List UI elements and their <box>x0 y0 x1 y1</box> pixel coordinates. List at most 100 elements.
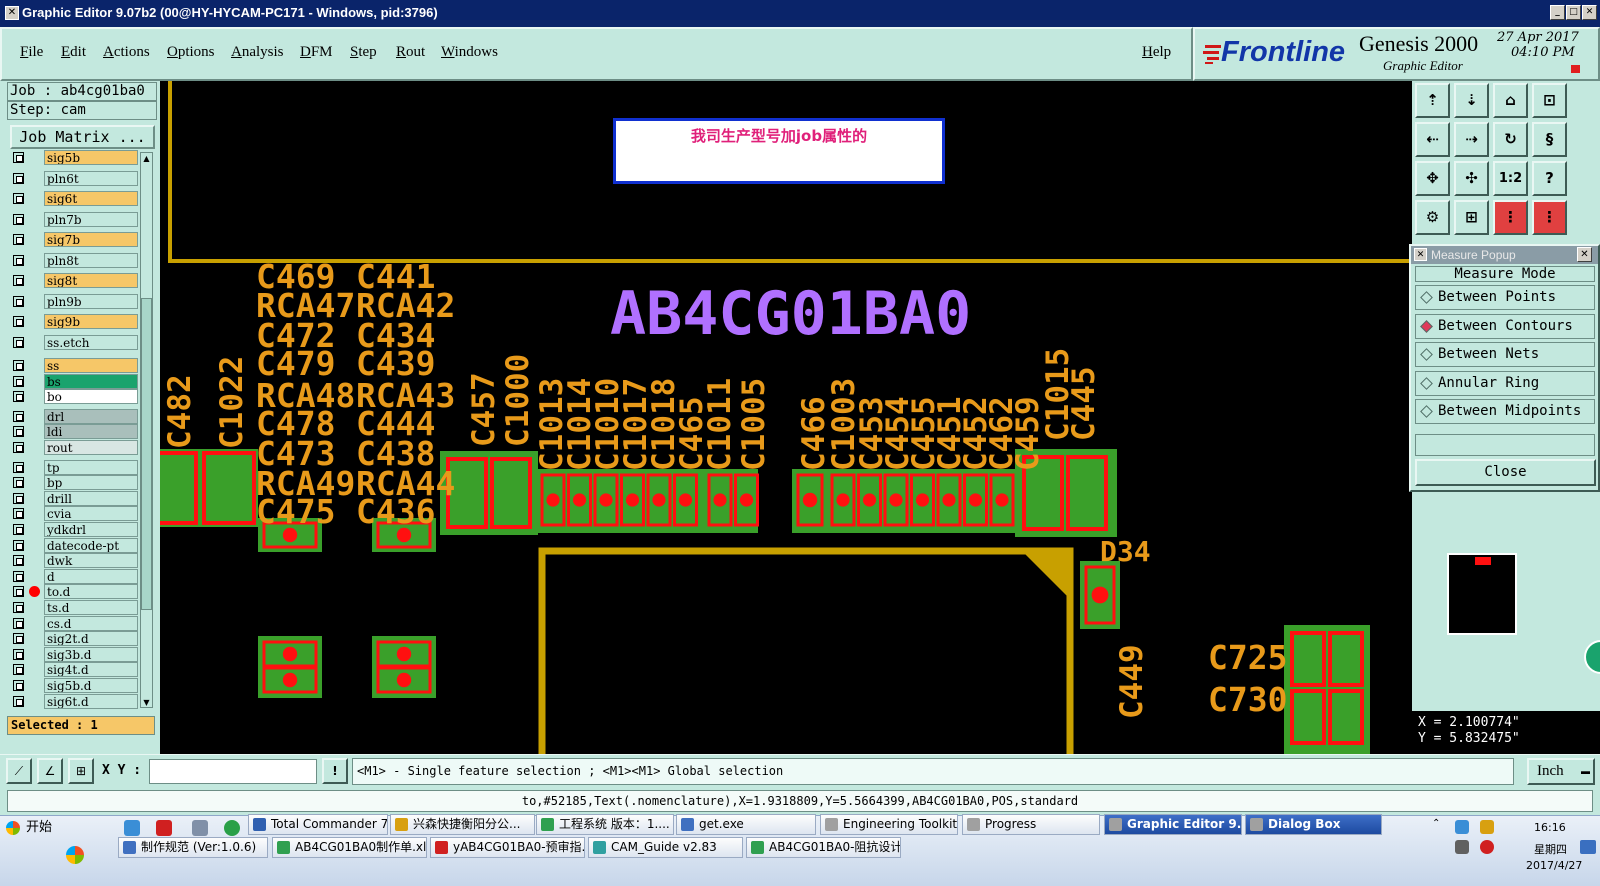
layer-name[interactable]: pln7b <box>44 211 138 227</box>
layer-name[interactable]: drill <box>44 490 138 506</box>
layer-checkbox[interactable] <box>13 633 24 645</box>
layer-name[interactable]: drl <box>44 408 138 424</box>
layer-row[interactable]: ts.d <box>10 600 138 615</box>
layer-checkbox[interactable] <box>13 648 24 660</box>
job-matrix-button[interactable]: Job Matrix ... <box>10 125 155 149</box>
layer-name[interactable]: bs <box>44 373 138 389</box>
measure-option[interactable]: Between Contours <box>1415 313 1595 339</box>
layer-row[interactable]: sig5b <box>10 150 138 165</box>
pan-right-icon[interactable]: ⇢ <box>1454 122 1489 157</box>
clock-day[interactable]: 星期四 <box>1534 841 1567 857</box>
layer-row[interactable]: pln8t <box>10 252 138 268</box>
taskbar-window-button[interactable]: Engineering Toolkit 9.... <box>820 814 958 835</box>
layer-row[interactable]: cvia <box>10 506 138 522</box>
layer-name[interactable]: ts.d <box>44 600 138 615</box>
menu-analysis[interactable]: Analysis <box>231 44 284 61</box>
quicklaunch-pdf-icon[interactable] <box>156 820 172 836</box>
measure-close-button[interactable]: Close <box>1415 459 1596 486</box>
taskbar-window-button[interactable]: AB4CG01BA0-阻抗设计(... <box>746 837 901 858</box>
layer-row[interactable]: drill <box>10 490 138 506</box>
angle-icon[interactable]: ∠ <box>37 758 63 784</box>
popup-close-icon[interactable]: ✕ <box>1577 247 1592 262</box>
tray-expand-icon[interactable]: ⌃ <box>1432 818 1442 830</box>
layer-row[interactable]: sig3b.d <box>10 646 138 662</box>
layer-checkbox[interactable] <box>13 477 24 489</box>
layer-row[interactable]: sig8t <box>10 273 138 288</box>
graphic-canvas[interactable]: C469 C441 RCA47 RCA42 C472 C434 C479 C439 RCA48 R… <box>160 81 1412 754</box>
taskbar-window-button[interactable]: 兴森快捷衡阳分公... <box>390 814 535 835</box>
layer-name[interactable]: pln6t <box>44 170 138 186</box>
snap-icon[interactable]: § <box>1532 122 1567 157</box>
layer-name[interactable]: ss <box>44 358 138 373</box>
radio-diamond-icon[interactable] <box>1420 348 1433 361</box>
view-top-icon[interactable]: ⇡ <box>1415 83 1450 118</box>
layer-checkbox[interactable] <box>13 426 24 438</box>
layer-row[interactable]: bp <box>10 475 138 491</box>
layer-row[interactable]: sig6t.d <box>10 693 138 709</box>
layer-name[interactable]: sig9b <box>44 314 138 329</box>
layer-row[interactable]: sig5b.d <box>10 678 138 693</box>
layer-name[interactable]: bp <box>44 475 138 491</box>
layer-name[interactable]: ss.etch <box>44 334 138 350</box>
layer-name[interactable]: sig7b <box>44 232 138 247</box>
home-icon[interactable]: ⌂ <box>1493 83 1528 118</box>
layer-checkbox[interactable] <box>13 570 24 582</box>
layer-row[interactable]: d <box>10 568 138 584</box>
taskbar-window-button[interactable]: Dialog Box <box>1245 814 1382 835</box>
layer-checkbox[interactable] <box>13 254 24 266</box>
layer-name[interactable]: ydkdrl <box>44 522 138 537</box>
layer-checkbox[interactable] <box>13 442 24 453</box>
layer-name[interactable]: sig6t.d <box>44 693 138 709</box>
layer-name[interactable]: to.d <box>44 584 138 600</box>
close-window-button[interactable]: ✕ <box>1582 5 1597 20</box>
layer-row[interactable]: rout <box>10 440 138 455</box>
layer-name[interactable]: sig8t <box>44 273 138 288</box>
layer-name[interactable]: rout <box>44 440 138 455</box>
layer-checkbox[interactable] <box>13 172 24 184</box>
layer-row[interactable]: pln7b <box>10 211 138 227</box>
menu-actions[interactable]: Actions <box>103 44 150 61</box>
menu-edit[interactable]: Edit <box>61 44 86 61</box>
measure-option[interactable]: Between Points <box>1415 285 1595 310</box>
tray-sync-icon[interactable] <box>1480 840 1494 854</box>
layer-checkbox[interactable] <box>13 664 24 676</box>
scroll-down-icon[interactable]: ▼ <box>141 698 152 708</box>
quicklaunch-desktop-icon[interactable] <box>124 820 140 836</box>
quicklaunch-calculator-icon[interactable] <box>192 820 208 836</box>
layer-name[interactable]: sig2t.d <box>44 631 138 647</box>
taskbar-window-button[interactable]: AB4CG01BA0制作单.xls ... <box>272 837 427 858</box>
tray-app-icon[interactable] <box>1480 820 1494 834</box>
layer-checkbox[interactable] <box>13 617 24 629</box>
layer-row[interactable]: sig2t.d <box>10 631 138 647</box>
layer-name[interactable]: cvia <box>44 506 138 522</box>
net-select-icon[interactable]: ⋮ <box>1493 200 1528 235</box>
layer-checkbox[interactable] <box>13 391 24 403</box>
windows-orb-icon[interactable] <box>66 846 84 864</box>
layer-checkbox[interactable] <box>13 539 24 551</box>
layer-name[interactable]: d <box>44 568 138 584</box>
layer-checkbox[interactable] <box>13 555 24 567</box>
settings-icon[interactable]: ⚙ <box>1415 200 1450 235</box>
layer-row[interactable]: drl <box>10 408 138 424</box>
zoom-out-icon[interactable]: ✣ <box>1454 161 1489 196</box>
quicklaunch-browser-icon[interactable] <box>224 820 240 836</box>
layer-row[interactable]: sig6t <box>10 191 138 206</box>
layer-row[interactable]: bs <box>10 373 138 389</box>
layer-checkbox[interactable] <box>13 695 24 707</box>
clock-time[interactable]: 16:16 <box>1534 821 1566 834</box>
taskbar-window-button[interactable]: 制作规范 (Ver:1.0.6) <box>118 837 268 858</box>
menu-rout[interactable]: Rout <box>396 44 425 61</box>
taskbar-window-button[interactable]: Graphic Editor 9.07... <box>1104 814 1242 835</box>
layer-checkbox[interactable] <box>13 680 24 691</box>
layer-name[interactable]: sig3b.d <box>44 646 138 662</box>
menu-options[interactable]: Options <box>167 44 215 61</box>
maximize-button[interactable]: □ <box>1566 5 1581 20</box>
layer-row[interactable]: ss <box>10 358 138 373</box>
layer-name[interactable]: sig4t.d <box>44 662 138 678</box>
layer-checkbox[interactable] <box>13 492 24 504</box>
units-selector[interactable]: Inch ▬ <box>1527 758 1595 785</box>
net-highlight-icon[interactable]: ⋮ <box>1532 200 1567 235</box>
scale-one-to-two-icon[interactable]: 1:2 <box>1493 161 1528 196</box>
menu-windows[interactable]: Windows <box>441 44 498 61</box>
layer-checkbox[interactable] <box>13 275 24 286</box>
